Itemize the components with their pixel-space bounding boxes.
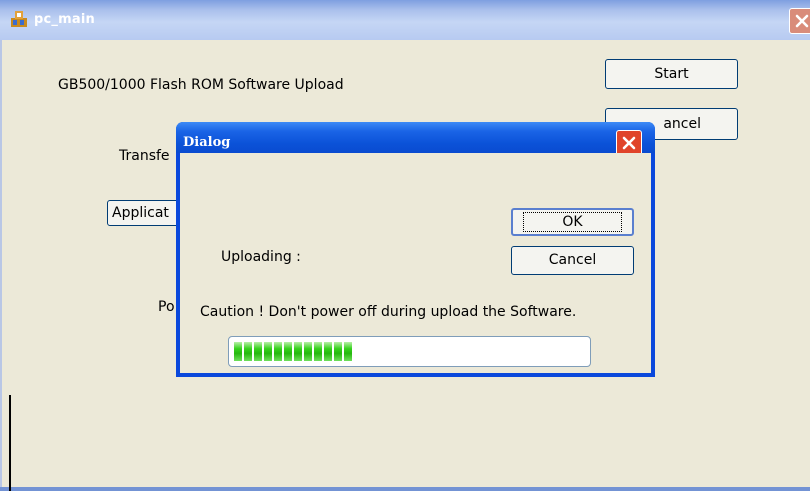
ok-button-label: OK [523,212,622,232]
progress-segment [294,342,302,361]
main-titlebar[interactable]: pc_main [0,0,810,40]
progress-segment [244,342,252,361]
progress-segment [324,342,332,361]
port-label: Po [158,299,175,315]
progress-segment [274,342,282,361]
start-button[interactable]: Start [605,59,738,89]
dialog-title: Dialog [183,135,231,150]
upload-progress-bar [228,336,591,367]
upload-title-label: GB500/1000 Flash ROM Software Upload [58,77,344,93]
progress-segment [284,342,292,361]
app-icon [10,10,28,28]
progress-segment [314,342,322,361]
progress-segment [344,342,352,361]
window-title: pc_main [34,12,95,27]
progress-segment [254,342,262,361]
window-close-button[interactable] [789,8,810,34]
upload-dialog: Dialog OK Uploading : Cancel Caution ! D… [176,122,655,377]
transfer-label: Transfe [119,148,170,164]
dialog-body: OK Uploading : Cancel Caution ! Don't po… [180,153,651,373]
application-button[interactable]: Applicat [107,200,187,226]
progress-segment [304,342,312,361]
dialog-titlebar[interactable]: Dialog [176,122,655,156]
dialog-cancel-button[interactable]: Cancel [511,246,634,275]
window-border [0,487,810,491]
uploading-label: Uploading : [221,249,301,265]
progress-segment [334,342,342,361]
progress-segment [234,342,242,361]
progress-fill [234,342,352,361]
close-icon [622,136,636,150]
ok-button[interactable]: OK [511,208,634,236]
progress-segment [264,342,272,361]
close-icon [795,14,809,28]
caution-text: Caution ! Don't power off during upload … [200,304,577,320]
window-border [0,40,2,491]
divider [9,395,11,491]
